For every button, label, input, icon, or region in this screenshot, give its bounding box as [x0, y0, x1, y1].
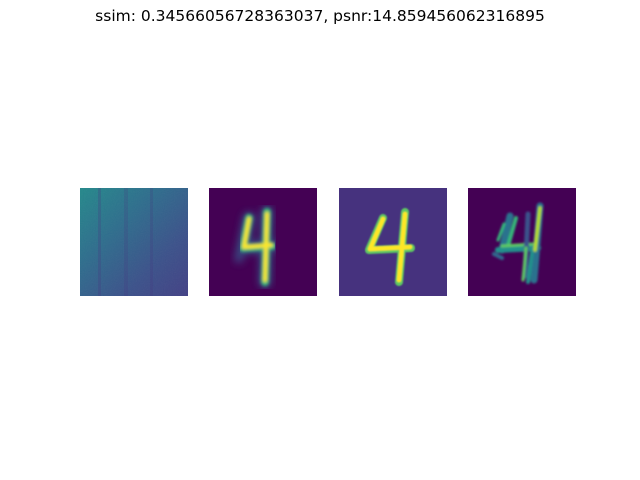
panel-reconstruction: [209, 188, 317, 296]
noise-stripe: [124, 188, 128, 296]
reconstruction-svg: [209, 188, 317, 296]
noise-stripe: [98, 188, 101, 296]
ground-truth-background: [339, 188, 447, 296]
ground-truth-svg: [339, 188, 447, 296]
noise-stripe: [150, 188, 153, 296]
panel-difference: [468, 188, 576, 296]
figure-title: ssim: 0.34566056728363037, psnr:14.85945…: [95, 7, 545, 25]
difference-svg: [468, 188, 576, 296]
noise-texture: [80, 188, 188, 296]
noise-image-svg: [80, 188, 188, 296]
panel-ground-truth: [339, 188, 447, 296]
panel-noise-image: [80, 188, 188, 296]
